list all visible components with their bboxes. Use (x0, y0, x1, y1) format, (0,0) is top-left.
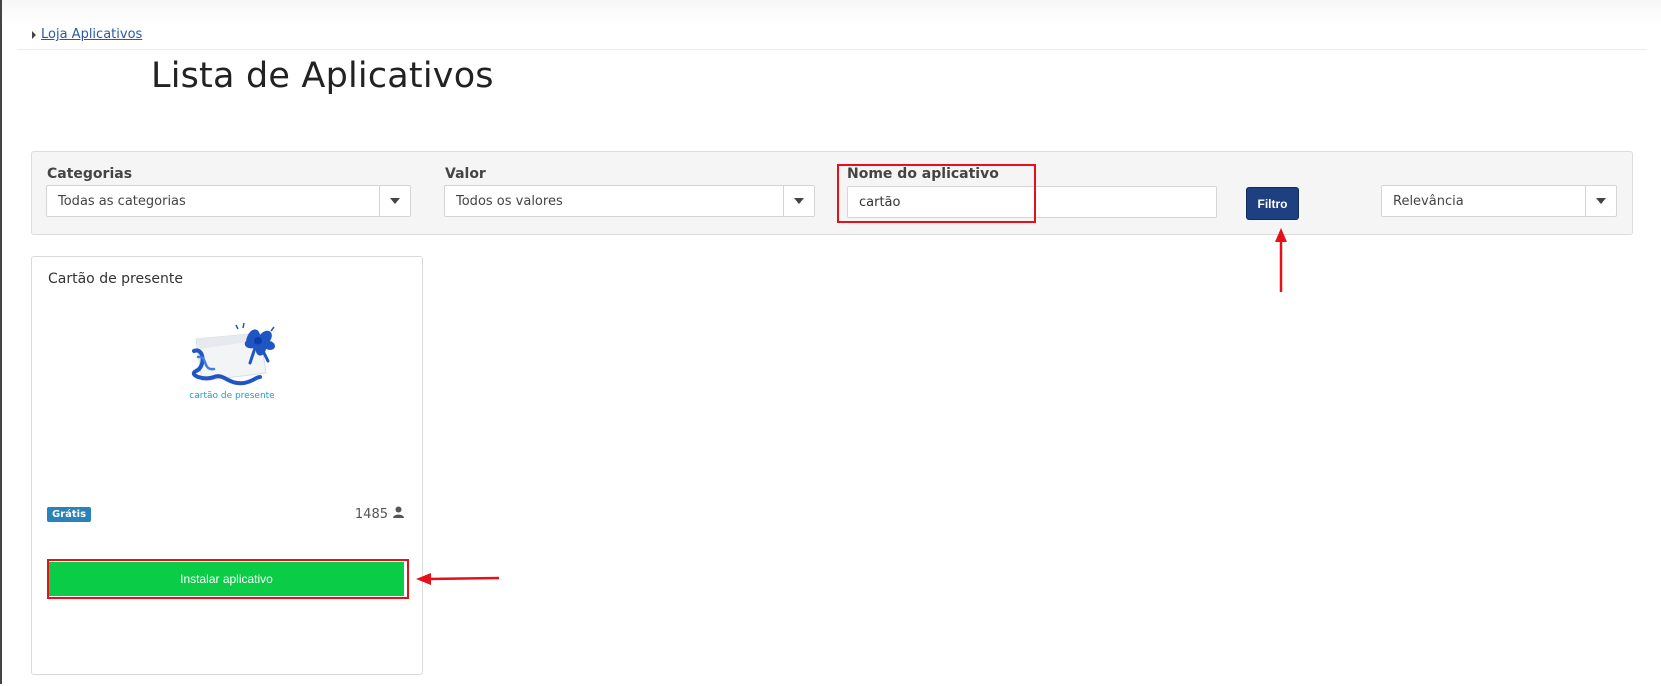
chevron-down-icon[interactable] (783, 186, 814, 216)
breadcrumb-link-app-store[interactable]: Loja Aplicativos (41, 27, 142, 42)
app-name-input[interactable] (847, 186, 1217, 218)
value-select-value: Todos os valores (456, 193, 563, 209)
user-icon (393, 506, 404, 522)
gift-card-ribbon-icon: cartão de presente (184, 319, 280, 403)
categories-select[interactable]: Todas as categorias (46, 185, 411, 217)
install-count-value: 1485 (354, 506, 388, 522)
app-card-title: Cartão de presente (48, 271, 183, 287)
caret-right-icon (32, 30, 36, 39)
gift-card-caption: cartão de presente (189, 391, 275, 401)
top-bar (2, 0, 1661, 26)
page-title: Lista de Aplicativos (151, 56, 494, 96)
chevron-down-icon[interactable] (379, 186, 410, 216)
filter-button[interactable]: Filtro (1246, 187, 1299, 220)
install-count: 1485 (355, 506, 404, 522)
categories-select-value: Todas as categorias (58, 193, 186, 209)
price-badge: Grátis (47, 507, 92, 522)
sort-select-value: Relevância (1393, 193, 1464, 209)
value-select[interactable]: Todos os valores (444, 185, 815, 217)
breadcrumb: Loja Aplicativos (32, 27, 142, 42)
value-label: Valor (445, 166, 486, 182)
app-name-label: Nome do aplicativo (847, 166, 999, 182)
categories-label: Categorias (47, 166, 133, 182)
install-app-button[interactable]: Instalar aplicativo (49, 562, 404, 596)
sort-select[interactable]: Relevância (1381, 185, 1617, 217)
chevron-down-icon[interactable] (1585, 186, 1616, 216)
breadcrumb-divider (17, 49, 1647, 50)
app-card: Cartão de presente cartão de presente Gr… (31, 256, 423, 675)
